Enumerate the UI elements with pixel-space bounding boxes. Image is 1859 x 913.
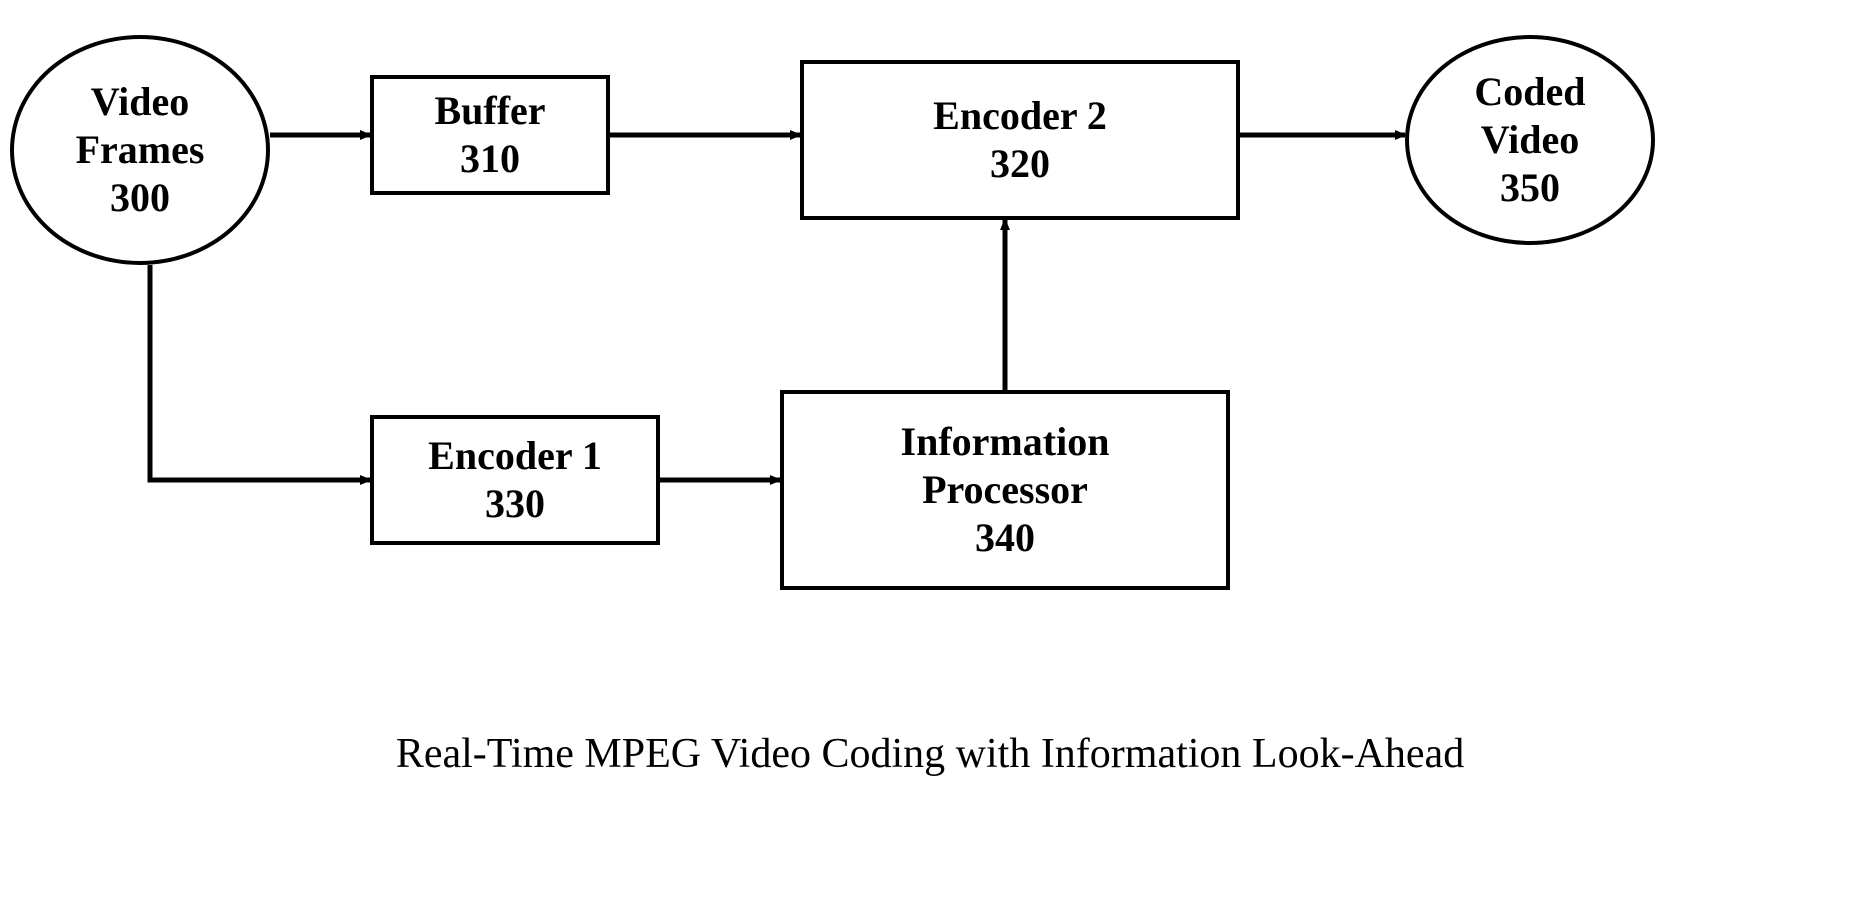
node-label: Processor [922,466,1088,514]
node-label: Encoder 2 [933,92,1107,140]
node-coded-video: Coded Video 350 [1405,35,1655,245]
node-label: Video [91,78,190,126]
diagram-caption: Real-Time MPEG Video Coding with Informa… [300,730,1560,778]
node-number: 340 [975,514,1035,562]
node-encoder-2: Encoder 2 320 [800,60,1240,220]
node-number: 330 [485,480,545,528]
node-number: 310 [460,135,520,183]
node-label: Buffer [434,87,545,135]
node-label: Frames [76,126,205,174]
node-number: 300 [110,174,170,222]
node-label: Information [901,418,1110,466]
node-number: 320 [990,140,1050,188]
node-video-frames: Video Frames 300 [10,35,270,265]
node-label: Encoder 1 [428,432,602,480]
node-number: 350 [1500,164,1560,212]
node-label: Video [1481,116,1580,164]
node-buffer: Buffer 310 [370,75,610,195]
node-encoder-1: Encoder 1 330 [370,415,660,545]
node-information-processor: Information Processor 340 [780,390,1230,590]
node-label: Coded [1474,68,1585,116]
